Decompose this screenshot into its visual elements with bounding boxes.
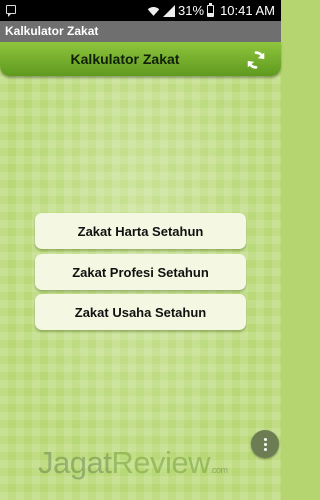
battery-percent: 31% xyxy=(178,3,205,18)
watermark: JagatReview.com xyxy=(38,445,238,485)
watermark-brand-b: Review xyxy=(111,445,210,480)
header-bar: Kalkulator Zakat xyxy=(0,42,281,76)
battery-icon xyxy=(207,2,215,17)
signal-icon xyxy=(163,4,176,17)
overflow-menu-button[interactable] xyxy=(251,430,279,458)
refresh-button[interactable] xyxy=(243,47,269,73)
zakat-usaha-button[interactable]: Zakat Usaha Setahun xyxy=(35,294,246,330)
zakat-profesi-button[interactable]: Zakat Profesi Setahun xyxy=(35,254,246,290)
notification-message-icon xyxy=(6,5,16,17)
status-bar: 31% 10:41 AM xyxy=(0,0,281,21)
watermark-suffix: .com xyxy=(210,465,228,475)
wifi-icon xyxy=(147,6,160,16)
more-vert-icon xyxy=(263,436,267,453)
page-title: Kalkulator Zakat xyxy=(70,51,180,67)
zakat-harta-button[interactable]: Zakat Harta Setahun xyxy=(35,213,246,249)
app-title: Kalkulator Zakat xyxy=(5,24,99,38)
app-titlebar: Kalkulator Zakat xyxy=(0,21,281,42)
watermark-brand-a: Jagat xyxy=(38,445,112,480)
clock: 10:41 AM xyxy=(220,3,275,18)
refresh-icon xyxy=(247,51,265,69)
